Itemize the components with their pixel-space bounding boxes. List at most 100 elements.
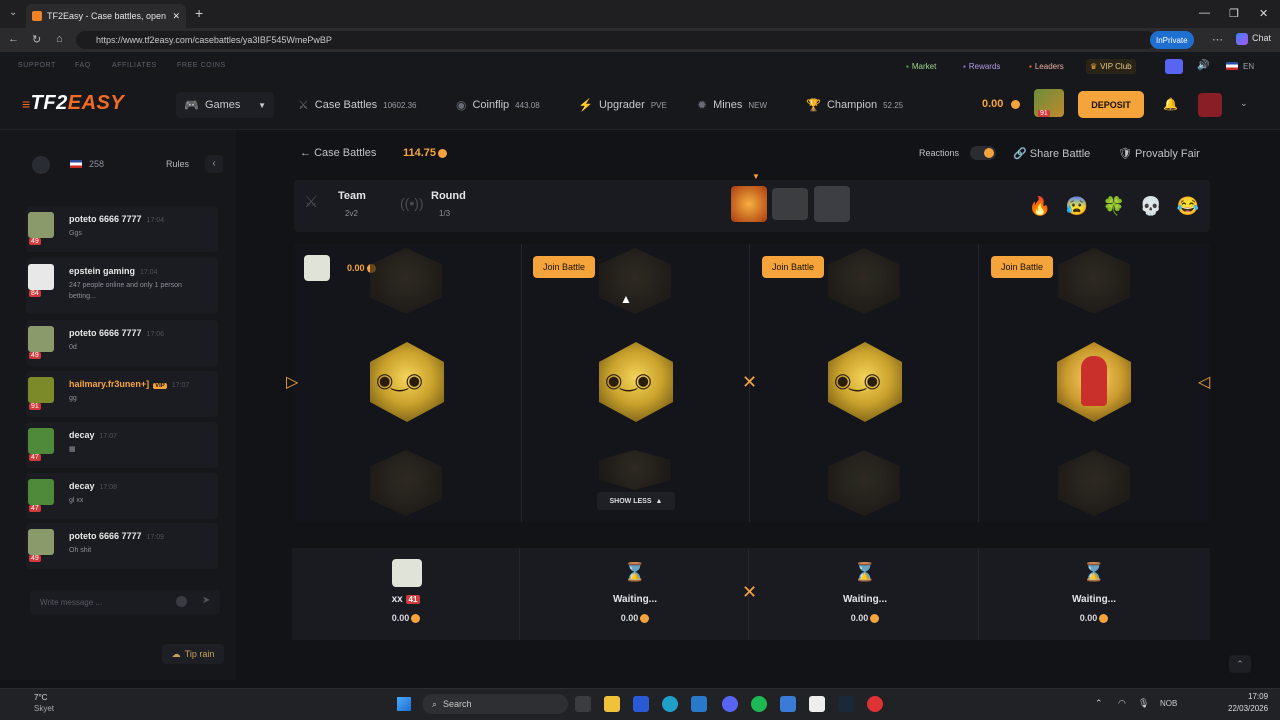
avatar[interactable] <box>28 264 54 290</box>
deposit-button[interactable]: DEPOSIT <box>1078 91 1144 118</box>
vip-club-link[interactable]: ♛ VIP Club <box>1086 59 1136 74</box>
chat-input[interactable]: Write message ... ➤ <box>30 590 220 614</box>
join-battle-button[interactable]: Join Battle <box>991 256 1053 278</box>
clock-time[interactable]: 17:09 <box>1248 692 1268 701</box>
games-dropdown[interactable]: 🎮 Games ▼ <box>176 92 274 118</box>
free-coins-link[interactable]: FREE COINS <box>177 62 226 69</box>
file-explorer-icon[interactable] <box>604 696 620 712</box>
case-thumbnail[interactable] <box>814 186 850 222</box>
more-icon[interactable]: ⋯ <box>1212 33 1223 46</box>
app-icon[interactable] <box>780 696 796 712</box>
avatar[interactable] <box>28 212 54 238</box>
laugh-reaction-button[interactable]: 😂 <box>1174 193 1202 219</box>
tab-list-icon[interactable]: ⌄ <box>9 7 17 18</box>
uk-flag-icon[interactable] <box>70 160 82 168</box>
back-icon[interactable]: ← <box>8 33 19 45</box>
maximize-icon[interactable]: ❐ <box>1229 7 1239 20</box>
scared-reaction-button[interactable]: 😰 <box>1063 193 1091 219</box>
minimize-icon[interactable]: — <box>1199 7 1210 19</box>
clover-reaction-button[interactable]: 🍀 <box>1100 193 1128 219</box>
logout-icon[interactable] <box>1198 93 1222 117</box>
spotify-icon[interactable] <box>751 696 767 712</box>
chat-username[interactable]: epstein gaming 17:04 <box>69 266 158 276</box>
collapse-chat-icon[interactable]: ‹ <box>205 155 223 173</box>
reactions-toggle[interactable] <box>970 146 996 160</box>
back-to-case-battles[interactable]: ← Case Battles <box>300 147 376 159</box>
weather-temp[interactable]: 7°C <box>34 693 47 702</box>
discord-taskbar-icon[interactable] <box>722 696 738 712</box>
close-window-icon[interactable]: ✕ <box>1259 7 1268 20</box>
avatar[interactable] <box>392 559 422 587</box>
join-battle-button[interactable]: Join Battle <box>762 256 824 278</box>
balance-display[interactable]: 0.00 <box>982 98 1021 110</box>
show-less-button[interactable]: SHOW LESS ▲ <box>597 492 675 510</box>
mic-icon[interactable]: 🎙 <box>1138 698 1149 709</box>
windows-start-icon[interactable] <box>397 697 411 711</box>
case-thumbnail[interactable] <box>772 188 808 220</box>
avatar[interactable] <box>28 479 54 505</box>
discord-icon[interactable] <box>1165 59 1183 74</box>
wifi-icon[interactable]: ◠ <box>1118 698 1126 709</box>
nav-mines[interactable]: ✹ Mines NEW <box>697 98 767 112</box>
steam-icon[interactable] <box>838 696 854 712</box>
chevron-down-icon[interactable]: ⌄ <box>1240 98 1248 109</box>
avatar[interactable] <box>304 255 330 281</box>
send-icon[interactable]: ➤ <box>202 595 210 606</box>
chat-username[interactable]: poteto 6666 7777 17:04 <box>69 214 164 224</box>
nav-coinflip[interactable]: ◉ Coinflip 443.08 <box>456 98 540 112</box>
coin-icon <box>438 148 448 158</box>
avatar[interactable] <box>28 529 54 555</box>
share-battle-button[interactable]: 🔗 Share Battle <box>1013 147 1090 160</box>
avatar[interactable] <box>28 377 54 403</box>
chat-username[interactable]: poteto 6666 7777 17:09 <box>69 531 164 541</box>
chat-username[interactable]: decay 17:07 <box>69 430 117 440</box>
chat-username[interactable]: decay 17:08 <box>69 481 117 491</box>
copilot-icon[interactable] <box>1236 33 1248 45</box>
support-link[interactable]: SUPPORT <box>18 62 56 69</box>
rules-link[interactable]: Rules <box>166 159 189 169</box>
language-label[interactable]: EN <box>1243 62 1254 71</box>
tray-chevron-icon[interactable]: ⌃ <box>1095 698 1103 709</box>
app-icon[interactable] <box>809 696 825 712</box>
close-tab-icon[interactable]: ✕ <box>172 11 180 22</box>
avatar[interactable] <box>28 428 54 454</box>
avatar[interactable] <box>28 326 54 352</box>
provably-fair-button[interactable]: 🛡 Provably Fair <box>1118 147 1200 160</box>
bell-icon[interactable]: 🔔 <box>1163 97 1178 111</box>
new-tab-icon[interactable]: + <box>195 5 203 21</box>
leaders-link[interactable]: ▪ Leaders <box>1025 59 1068 74</box>
case-thumbnail[interactable] <box>731 186 767 222</box>
edge-icon[interactable] <box>662 696 678 712</box>
rewards-link[interactable]: ▪ Rewards <box>959 59 1004 74</box>
market-link[interactable]: ▪ Market <box>902 59 940 74</box>
affiliates-link[interactable]: AFFILIATES <box>112 62 157 69</box>
faq-link[interactable]: FAQ <box>75 62 91 69</box>
sound-icon[interactable]: 🔊 <box>1197 60 1209 71</box>
url-field[interactable]: https://www.tf2easy.com/casebattles/ya3I… <box>76 31 1156 49</box>
scroll-top-icon[interactable]: ⌃ <box>1229 655 1251 673</box>
reload-icon[interactable]: ↻ <box>32 33 41 46</box>
chat-username[interactable]: poteto 6666 7777 17:06 <box>69 328 164 338</box>
outlook-icon[interactable] <box>691 696 707 712</box>
emoji-icon[interactable] <box>176 596 187 607</box>
fire-reaction-button[interactable]: 🔥 <box>1026 193 1054 219</box>
ime-indicator[interactable]: NOB <box>1160 699 1177 708</box>
join-battle-button[interactable]: Join Battle <box>533 256 595 278</box>
chat-username[interactable]: hailmary.fr3unen+] VIP 17:07 <box>69 379 189 389</box>
clock-date[interactable]: 22/03/2026 <box>1228 704 1268 713</box>
browser-tab[interactable]: TF2Easy - Case battles, open case... ✕ <box>26 4 186 28</box>
skull-reaction-button[interactable]: 💀 <box>1137 193 1165 219</box>
site-logo[interactable]: ≡TF2EASY <box>22 92 124 115</box>
store-icon[interactable] <box>633 696 649 712</box>
nav-upgrader[interactable]: ⚡ Upgrader PVE <box>578 98 667 112</box>
tip-rain-button[interactable]: ☁ Tip rain <box>162 644 224 664</box>
taskbar-search[interactable]: ⌕ Search <box>422 694 568 714</box>
nav-champion[interactable]: 🏆 Champion 52.25 <box>806 98 903 112</box>
chat-label[interactable]: Chat <box>1252 33 1271 43</box>
chat-rooms-icon[interactable] <box>32 156 50 174</box>
inprivate-badge[interactable]: InPrivate <box>1150 31 1194 49</box>
nav-case-battles[interactable]: ⚔ Case Battles 10602.36 <box>298 98 417 112</box>
app-icon[interactable] <box>867 696 883 712</box>
home-icon[interactable]: ⌂ <box>56 33 63 45</box>
task-view-icon[interactable] <box>575 696 591 712</box>
